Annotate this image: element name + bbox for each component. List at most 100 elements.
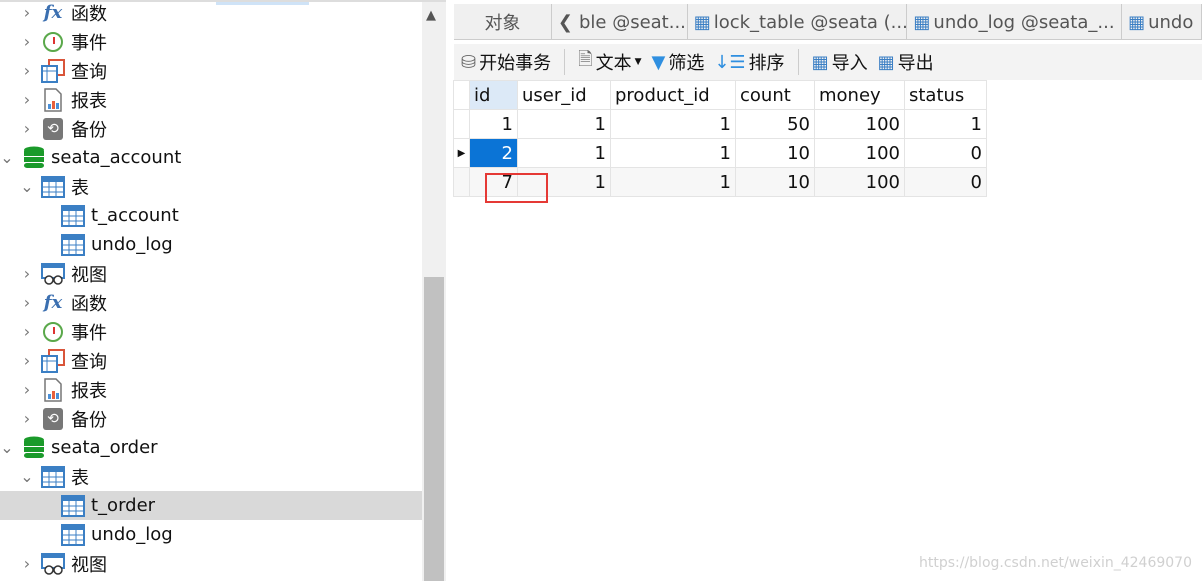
chevron-right-icon[interactable]: › bbox=[20, 61, 34, 80]
cell-product_id[interactable]: 1 bbox=[610, 109, 736, 139]
export-button[interactable]: ▦ 导出 bbox=[875, 49, 937, 75]
tree-item-label: 报表 bbox=[71, 380, 107, 402]
chevron-right-icon[interactable]: › bbox=[20, 409, 34, 428]
highlight-box bbox=[485, 173, 548, 203]
chevron-down-icon[interactable]: ⌄ bbox=[20, 177, 34, 196]
import-button[interactable]: ▦ 导入 bbox=[809, 49, 871, 75]
chevron-down-icon[interactable]: ⌄ bbox=[0, 148, 14, 167]
tree-item--[interactable]: ⌄ 表 bbox=[0, 462, 422, 491]
tree-item--[interactable]: › fx 函数 bbox=[0, 0, 422, 27]
column-header-product_id[interactable]: product_id bbox=[610, 80, 736, 110]
database-icon bbox=[22, 436, 46, 460]
tab-table[interactable]: ❮ ble @seat... bbox=[552, 4, 688, 40]
view-icon bbox=[41, 262, 65, 286]
tree-item--[interactable]: › 视图 bbox=[0, 259, 422, 288]
tree-item--[interactable]: › 查询 bbox=[0, 56, 422, 85]
chevron-right-icon[interactable]: › bbox=[20, 380, 34, 399]
tab-lock-table[interactable]: ▦ lock_table @seata (... bbox=[688, 4, 908, 40]
column-header-count[interactable]: count bbox=[735, 80, 815, 110]
chevron-right-icon[interactable]: › bbox=[20, 554, 34, 573]
tab-undo-log[interactable]: ▦ undo_log @seata_... bbox=[907, 4, 1123, 40]
text-button[interactable]: 🗎 文本 ▼ bbox=[575, 47, 644, 77]
cell-money[interactable]: 100 bbox=[814, 109, 905, 139]
column-header-user_id[interactable]: user_id bbox=[517, 80, 611, 110]
chevron-left-icon[interactable]: ❮ bbox=[558, 12, 573, 33]
scroll-up-icon[interactable]: ▲ bbox=[426, 8, 436, 23]
tree-item-label: 函数 bbox=[71, 293, 107, 315]
cell-count[interactable]: 10 bbox=[735, 138, 815, 168]
table-icon bbox=[61, 523, 85, 547]
chevron-right-icon[interactable]: › bbox=[20, 351, 34, 370]
cell-status[interactable]: 0 bbox=[904, 138, 987, 168]
tree-item--[interactable]: › 查询 bbox=[0, 346, 422, 375]
tree-item--[interactable]: › 报表 bbox=[0, 375, 422, 404]
table-row[interactable]: ▶ 2 1 1 10 100 0 bbox=[453, 138, 987, 168]
cell-money[interactable]: 100 bbox=[814, 167, 905, 197]
tree-item--[interactable]: › 视图 bbox=[0, 549, 422, 578]
tab-bar: 对象 ❮ ble @seat... ▦ lock_table @seata (...… bbox=[454, 4, 1202, 40]
table-row[interactable]: 1 1 1 50 100 1 bbox=[453, 109, 987, 139]
chevron-right-icon[interactable]: › bbox=[20, 3, 34, 22]
tree-item--[interactable]: › 事件 bbox=[0, 317, 422, 346]
chevron-down-icon[interactable]: ⌄ bbox=[0, 438, 14, 457]
cell-product_id[interactable]: 1 bbox=[610, 138, 736, 168]
row-selector[interactable] bbox=[453, 167, 470, 197]
function-icon: fx bbox=[43, 2, 63, 23]
tab-undo-log-2[interactable]: ▦ undo bbox=[1122, 4, 1202, 40]
column-header-status[interactable]: status bbox=[904, 80, 987, 110]
tree-item--[interactable]: › ⟲ 备份 bbox=[0, 404, 422, 433]
tree-item--[interactable]: › ⟲ 备份 bbox=[0, 114, 422, 143]
table-icon bbox=[61, 494, 85, 518]
backup-icon: ⟲ bbox=[41, 117, 65, 141]
table-icon: ▦ bbox=[693, 11, 711, 33]
tree-item--[interactable]: ⌄ 表 bbox=[0, 172, 422, 201]
tree-item-t_order[interactable]: t_order bbox=[0, 491, 422, 520]
tree-item--[interactable]: › 报表 bbox=[0, 85, 422, 114]
table-editor: 对象 ❮ ble @seat... ▦ lock_table @seata (...… bbox=[446, 0, 1202, 579]
export-icon: ▦ bbox=[877, 51, 895, 73]
chevron-right-icon[interactable]: › bbox=[20, 322, 34, 341]
cell-product_id[interactable]: 1 bbox=[610, 167, 736, 197]
tree-item-label: 查询 bbox=[71, 61, 107, 83]
tree-item-label: 备份 bbox=[71, 409, 107, 431]
cell-id[interactable]: 1 bbox=[469, 109, 518, 139]
column-header-id[interactable]: id bbox=[469, 80, 518, 110]
import-icon: ▦ bbox=[811, 51, 829, 73]
cell-id[interactable]: 2 bbox=[469, 138, 518, 168]
sort-button[interactable]: ↓☰ 排序 bbox=[711, 49, 787, 75]
filter-button[interactable]: ▼ 筛选 bbox=[649, 49, 708, 75]
chevron-right-icon[interactable]: › bbox=[20, 293, 34, 312]
tree-item-undo_log[interactable]: undo_log bbox=[0, 520, 422, 549]
tree-item-undo_log[interactable]: undo_log bbox=[0, 230, 422, 259]
begin-transaction-button[interactable]: ⛁ 开始事务 bbox=[458, 49, 554, 75]
scrollbar-thumb[interactable] bbox=[424, 277, 444, 581]
column-header-money[interactable]: money bbox=[814, 80, 905, 110]
chevron-right-icon[interactable]: › bbox=[20, 119, 34, 138]
tree-item--[interactable]: › fx 函数 bbox=[0, 288, 422, 317]
sidebar-scrollbar[interactable]: ▲ bbox=[422, 2, 446, 581]
tree-item-seata_order[interactable]: ⌄ seata_order bbox=[0, 433, 422, 462]
chevron-right-icon[interactable]: › bbox=[20, 90, 34, 109]
cell-count[interactable]: 10 bbox=[735, 167, 815, 197]
document-icon: 🗎 bbox=[578, 49, 593, 70]
tree-item-label: t_order bbox=[91, 495, 156, 516]
divider bbox=[797, 49, 799, 75]
tree-item-seata_account[interactable]: ⌄ seata_account bbox=[0, 143, 422, 172]
chevron-right-icon[interactable]: › bbox=[20, 32, 34, 51]
cell-money[interactable]: 100 bbox=[814, 138, 905, 168]
tree-item-label: seata_order bbox=[51, 437, 158, 458]
row-selector[interactable] bbox=[453, 109, 470, 139]
chevron-down-icon[interactable]: ⌄ bbox=[20, 467, 34, 486]
tree-item-label: 报表 bbox=[71, 90, 107, 112]
cell-status[interactable]: 1 bbox=[904, 109, 987, 139]
watermark: https://blog.csdn.net/weixin_42469070 bbox=[918, 555, 1192, 571]
cell-status[interactable]: 0 bbox=[904, 167, 987, 197]
tab-objects[interactable]: 对象 bbox=[454, 4, 552, 40]
cell-user_id[interactable]: 1 bbox=[517, 109, 611, 139]
chevron-right-icon[interactable]: › bbox=[20, 264, 34, 283]
tree-item-t_account[interactable]: t_account bbox=[0, 201, 422, 230]
row-selector[interactable]: ▶ bbox=[453, 138, 470, 168]
cell-user_id[interactable]: 1 bbox=[517, 138, 611, 168]
cell-count[interactable]: 50 bbox=[735, 109, 815, 139]
tree-item--[interactable]: › 事件 bbox=[0, 27, 422, 56]
